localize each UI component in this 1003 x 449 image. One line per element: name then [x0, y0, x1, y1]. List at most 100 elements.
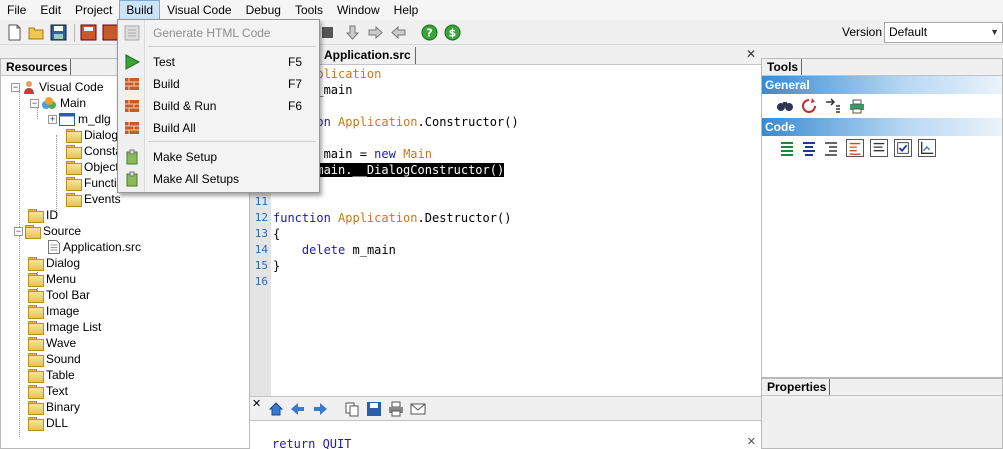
home-icon[interactable] — [268, 401, 284, 417]
chart-icon[interactable] — [918, 139, 936, 157]
indent-icon[interactable] — [822, 139, 840, 157]
menu-item-generate-html-code[interactable]: Generate HTML Code — [118, 22, 319, 44]
version-select[interactable]: Default ▼ — [884, 22, 1003, 43]
refresh-icon[interactable] — [800, 97, 818, 115]
code-line[interactable]: 14 delete m_main — [250, 242, 761, 258]
menu-help[interactable]: Help — [387, 0, 426, 20]
code-line[interactable]: main = new Main — [250, 146, 761, 162]
code-section-header[interactable]: Code — [762, 118, 1002, 136]
tree-item-label: DLL — [46, 416, 69, 430]
menu-edit[interactable]: Edit — [33, 0, 68, 20]
tree-item-source[interactable]: − Source — [14, 223, 81, 239]
code-line[interactable]: Application — [250, 66, 761, 82]
open-folder-icon[interactable] — [28, 24, 45, 41]
tree-item-label: m_dlg — [78, 112, 111, 126]
code-line[interactable]: in m_main — [250, 82, 761, 98]
stop-icon[interactable] — [319, 24, 336, 41]
collapse-icon[interactable]: − — [30, 98, 39, 108]
tree-item-visual-code[interactable]: − Visual Code — [11, 79, 104, 95]
tree-item-main[interactable]: − Main — [30, 95, 86, 111]
code-line[interactable] — [250, 130, 761, 146]
step-over-icon[interactable] — [367, 24, 384, 41]
donate-icon[interactable]: $ — [444, 24, 461, 41]
code-token: } — [273, 259, 281, 273]
outdent-icon[interactable] — [846, 139, 864, 157]
menu-tools[interactable]: Tools — [288, 0, 330, 20]
tree-item-image[interactable]: Image — [28, 303, 79, 319]
tree-item-binary[interactable]: Binary — [28, 399, 80, 415]
collapse-icon[interactable]: − — [11, 82, 20, 92]
tree-item-sound[interactable]: Sound — [28, 351, 81, 367]
menu-visual-code[interactable]: Visual Code — [160, 0, 239, 20]
menu-debug[interactable]: Debug — [239, 0, 288, 20]
tree-item-dll[interactable]: DLL — [28, 415, 68, 431]
print-icon[interactable] — [388, 401, 404, 417]
step-into-icon[interactable] — [344, 24, 361, 41]
checkbox-icon[interactable] — [894, 139, 912, 157]
tree-item-constants[interactable]: Consta — [66, 143, 122, 159]
code-line[interactable]: tion Application.Constructor() — [250, 114, 761, 130]
code-line[interactable]: 11 — [250, 194, 761, 210]
tree-item-application-src[interactable]: Application.src — [48, 239, 141, 255]
menu-item-build-all[interactable]: Build All — [118, 117, 319, 139]
menu-file[interactable]: File — [0, 0, 33, 20]
menu-item-make-all-setups[interactable]: Make All Setups — [118, 168, 319, 190]
tree-item-menu[interactable]: Menu — [28, 271, 76, 287]
menu-item-build[interactable]: Build F7 — [118, 73, 319, 95]
code-line[interactable]: 13 { — [250, 226, 761, 242]
general-section-header[interactable]: General — [762, 76, 1002, 94]
save-icon[interactable] — [366, 401, 382, 417]
copy-icon[interactable] — [344, 401, 360, 417]
code-line[interactable]: 9 m_main.__DialogConstructor() — [250, 162, 761, 178]
new-file-icon[interactable] — [6, 24, 23, 41]
close-icon[interactable]: ✕ — [747, 435, 756, 448]
align-left-icon[interactable] — [778, 139, 796, 157]
move-icon[interactable] — [824, 97, 842, 115]
menu-item-test[interactable]: Test F5 — [118, 51, 319, 73]
forward-icon[interactable] — [312, 401, 328, 417]
folder-icon — [28, 273, 44, 287]
code-editor[interactable]: Application in m_main tion Application.C… — [250, 65, 761, 396]
printer-icon[interactable] — [848, 97, 866, 115]
code-line[interactable]: 15} — [250, 258, 761, 274]
tree-item-tool-bar[interactable]: Tool Bar — [28, 287, 90, 303]
tree-item-dialog[interactable]: Dialog — [66, 127, 118, 143]
tree-item-image-list[interactable]: Image List — [28, 319, 101, 335]
menu-item-make-setup[interactable]: Make Setup — [118, 146, 319, 168]
mail-icon[interactable] — [410, 401, 426, 417]
tree-item-table[interactable]: Table — [28, 367, 75, 383]
tab-application-src[interactable]: Application.src — [320, 47, 416, 64]
code-line[interactable]: 16 — [250, 274, 761, 290]
menu-window[interactable]: Window — [330, 0, 387, 20]
code-token: Application — [338, 115, 418, 129]
tree-item-objects[interactable]: Object — [66, 159, 119, 175]
bottom-panel: ✕ return QUIT ✕ — [250, 396, 761, 449]
step-out-icon[interactable] — [390, 24, 407, 41]
comment-icon[interactable] — [870, 139, 888, 157]
code-line[interactable] — [250, 98, 761, 114]
code-line[interactable]: 12 function Application.Destructor() — [250, 210, 761, 226]
menu-project[interactable]: Project — [68, 0, 119, 20]
tree-item-wave[interactable]: Wave — [28, 335, 76, 351]
expand-icon[interactable]: + — [48, 114, 57, 124]
window-icon — [59, 112, 75, 126]
code-line[interactable]: 10} — [250, 178, 761, 194]
tree-item-events[interactable]: Events — [66, 191, 121, 207]
menu-build[interactable]: Build — [119, 0, 161, 20]
back-icon[interactable] — [290, 401, 306, 417]
tree-item-id[interactable]: ID — [28, 207, 58, 223]
save-icon[interactable] — [50, 24, 67, 41]
tree-item-text[interactable]: Text — [28, 383, 68, 399]
find-icon[interactable] — [776, 97, 794, 115]
close-icon[interactable]: ✕ — [746, 47, 756, 61]
help-icon[interactable]: ? — [421, 24, 438, 41]
tree-item-functions[interactable]: Functio — [66, 175, 123, 191]
folder-icon — [66, 193, 82, 207]
tree-item-m-dlg[interactable]: + m_dlg — [48, 111, 111, 127]
tree-item-dialog-folder[interactable]: Dialog — [28, 255, 80, 271]
close-panel-icon[interactable]: ✕ — [252, 397, 261, 410]
menu-item-build-run[interactable]: Build & Run F6 — [118, 95, 319, 117]
collapse-icon[interactable]: − — [14, 226, 23, 236]
align-center-icon[interactable] — [800, 139, 818, 157]
save-all-icon[interactable] — [80, 24, 97, 41]
